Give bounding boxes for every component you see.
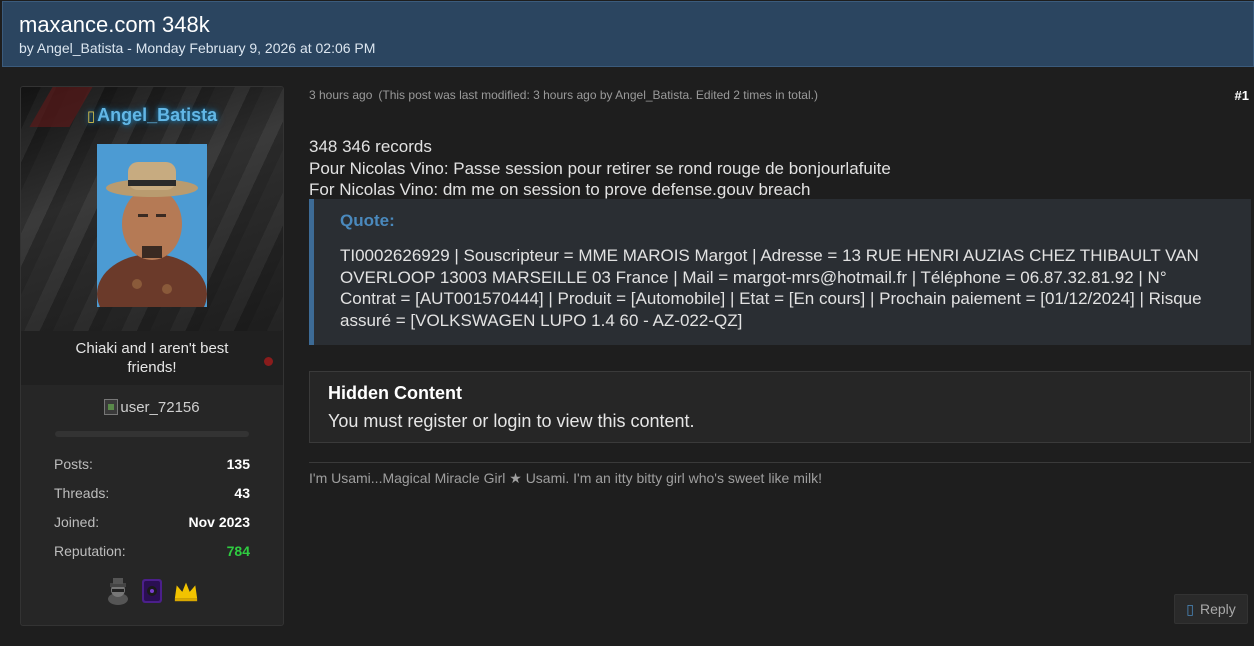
stat-posts: Posts: 135 xyxy=(54,449,250,478)
stat-joined: Joined: Nov 2023 xyxy=(54,507,250,536)
stat-label: Threads: xyxy=(54,484,110,501)
post-line: 348 346 records xyxy=(309,137,432,156)
avatar-image xyxy=(97,144,207,307)
author-banner: ▯ Angel_Batista xyxy=(21,87,283,331)
userbar-alt-text: user_72156 xyxy=(120,398,200,416)
signature-divider xyxy=(309,462,1251,463)
hidden-content-block: Hidden Content You must register or logi… xyxy=(309,371,1251,443)
reply-button[interactable]: ▯ Reply xyxy=(1174,594,1248,624)
stat-label: Reputation: xyxy=(54,542,126,559)
author-stats: Posts: 135 Threads: 43 Joined: Nov 2023 … xyxy=(54,449,250,565)
thread-title: maxance.com 348k xyxy=(19,12,210,37)
userbar: user_72156 xyxy=(21,397,283,417)
post-number-link[interactable]: #1 xyxy=(1235,88,1249,103)
post-line: For Nicolas Vino: dm me on session to pr… xyxy=(309,180,811,199)
stat-reputation: Reputation: 784 xyxy=(54,536,250,565)
spy-award-icon[interactable] xyxy=(105,577,131,605)
author-name: Angel_Batista xyxy=(97,105,218,125)
post-body: 348 346 records Pour Nicolas Vino: Passe… xyxy=(309,136,1254,201)
author-name-link[interactable]: ▯ Angel_Batista xyxy=(21,105,283,126)
stat-value: 135 xyxy=(226,455,250,472)
stat-value: 43 xyxy=(234,484,250,501)
post-time: 3 hours ago xyxy=(309,88,373,102)
author-panel: ▯ Angel_Batista Chiaki and I aren't best … xyxy=(20,86,284,626)
post-meta: 3 hours ago (This post was last modified:… xyxy=(309,88,1249,103)
avatar[interactable] xyxy=(97,144,207,307)
post-line: Pour Nicolas Vino: Passe session pour re… xyxy=(309,158,891,178)
stat-label: Posts: xyxy=(54,455,93,472)
stat-value: Nov 2023 xyxy=(188,513,250,530)
reply-label: Reply xyxy=(1199,601,1236,617)
stat-divider xyxy=(55,431,249,437)
hidden-content-title: Hidden Content xyxy=(328,383,462,403)
broken-image-icon xyxy=(104,399,119,415)
quote-block: Quote: TI0002626929 | Souscripteur = MME… xyxy=(309,199,1251,345)
stat-threads: Threads: 43 xyxy=(54,478,250,507)
signature: I'm Usami...Magical Miracle Girl ★ Usami… xyxy=(309,470,822,486)
thread-meta: by Angel_Batista - Monday February 9, 20… xyxy=(19,40,376,56)
post-edit-note: (This post was last modified: 3 hours ag… xyxy=(378,88,818,102)
awards xyxy=(21,577,283,605)
offline-status-icon xyxy=(264,357,273,366)
crown-award-icon[interactable] xyxy=(173,577,199,605)
author-tagline: Chiaki and I aren't best friends! xyxy=(21,331,283,385)
purple-card-award-icon[interactable] xyxy=(139,577,165,605)
quote-label: Quote: xyxy=(340,211,395,230)
author-tagline-text: Chiaki and I aren't best friends! xyxy=(75,340,229,376)
hidden-content-text: You must register or login to view this … xyxy=(328,411,695,431)
reputation-value-link[interactable]: 784 xyxy=(227,543,250,559)
reply-icon: ▯ xyxy=(1186,600,1194,617)
thread-header: maxance.com 348k by Angel_Batista - Mond… xyxy=(2,1,1254,67)
quote-text: TI0002626929 | Souscripteur = MME MAROIS… xyxy=(340,246,1202,330)
stat-label: Joined: xyxy=(54,513,100,530)
username-badge-icon: ▯ xyxy=(86,108,96,125)
